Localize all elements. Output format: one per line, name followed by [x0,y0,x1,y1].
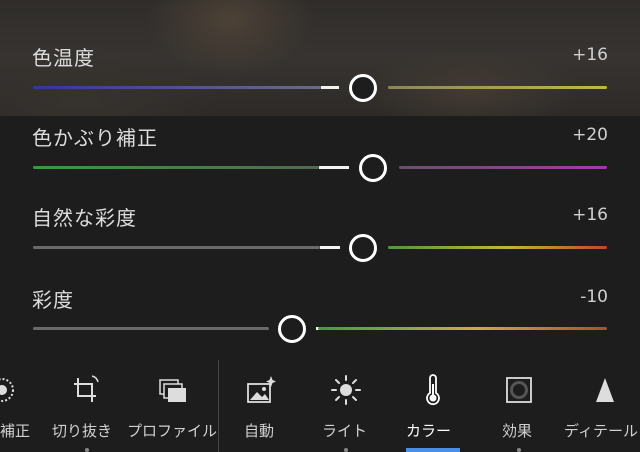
crop-rotate-icon [74,375,99,402]
tool-detail-label: ディテール [564,422,638,440]
detail-icon [596,378,614,402]
tool-effects-label: 効果 [502,422,533,440]
vibrance-value[interactable]: +16 [572,205,608,225]
saturation-value[interactable]: -10 [580,287,608,307]
vibrance-track-right[interactable] [388,246,607,249]
bottom-toolbar: 補正 切り抜き プロファイル 自動 ライト カラー 効果 ディテール [0,358,640,452]
temperature-fill [321,86,339,89]
tool-detail[interactable]: ディテール [562,358,640,452]
color-thermometer-icon [426,374,440,406]
saturation-track-right[interactable] [318,327,607,330]
temperature-thumb[interactable] [349,74,377,102]
color-panel: 色温度 +16 色かぶり補正 +20 自然な彩度 +16 彩度 -10 [0,0,640,356]
toolbar-divider [218,360,219,452]
vibrance-thumb[interactable] [349,234,377,262]
tool-light-dot [344,448,348,452]
tool-crop-label: 切り抜き [52,422,113,440]
temperature-track-right[interactable] [388,86,607,89]
tint-track-left[interactable] [33,166,319,169]
vibrance-label: 自然な彩度 [32,206,137,230]
temperature-slider-row: 色温度 +16 [0,42,640,122]
saturation-slider-row: 彩度 -10 [0,284,640,364]
light-icon [331,375,361,405]
vibrance-slider-row: 自然な彩度 +16 [0,202,640,282]
vibrance-track-left[interactable] [33,246,320,249]
temperature-label: 色温度 [32,46,95,70]
tint-track-right[interactable] [399,166,607,169]
tool-adjust-label: 補正 [0,422,31,440]
tint-fill [319,166,349,169]
tool-adjust[interactable]: 補正 [0,358,40,452]
temperature-track-left[interactable] [33,86,321,89]
vibrance-fill [320,246,340,249]
tool-crop[interactable]: 切り抜き [52,358,122,452]
tool-color[interactable]: カラー [404,358,462,452]
temperature-value[interactable]: +16 [572,45,608,65]
saturation-label: 彩度 [32,288,74,312]
auto-icon [247,376,276,403]
effects-icon [506,377,532,403]
tool-effects-dot [517,448,521,452]
tool-color-label: カラー [406,422,452,440]
tint-label: 色かぶり補正 [32,126,158,150]
tool-crop-dot [85,448,89,452]
profiles-icon [159,379,186,402]
active-tool-indicator [406,448,460,452]
tool-auto-label: 自動 [244,422,275,440]
tool-light[interactable]: ライト [318,358,374,452]
tool-profiles[interactable]: プロファイル [127,358,217,452]
tool-effects[interactable]: 効果 [496,358,542,452]
saturation-track-left[interactable] [33,327,269,330]
tool-auto[interactable]: 自動 [236,358,286,452]
tint-slider-row: 色かぶり補正 +20 [0,122,640,202]
tool-profiles-label: プロファイル [127,422,218,440]
saturation-thumb[interactable] [278,315,306,343]
tint-thumb[interactable] [359,154,387,182]
adjust-icon [0,378,14,402]
tint-value[interactable]: +20 [572,125,608,145]
tool-light-label: ライト [322,422,368,440]
